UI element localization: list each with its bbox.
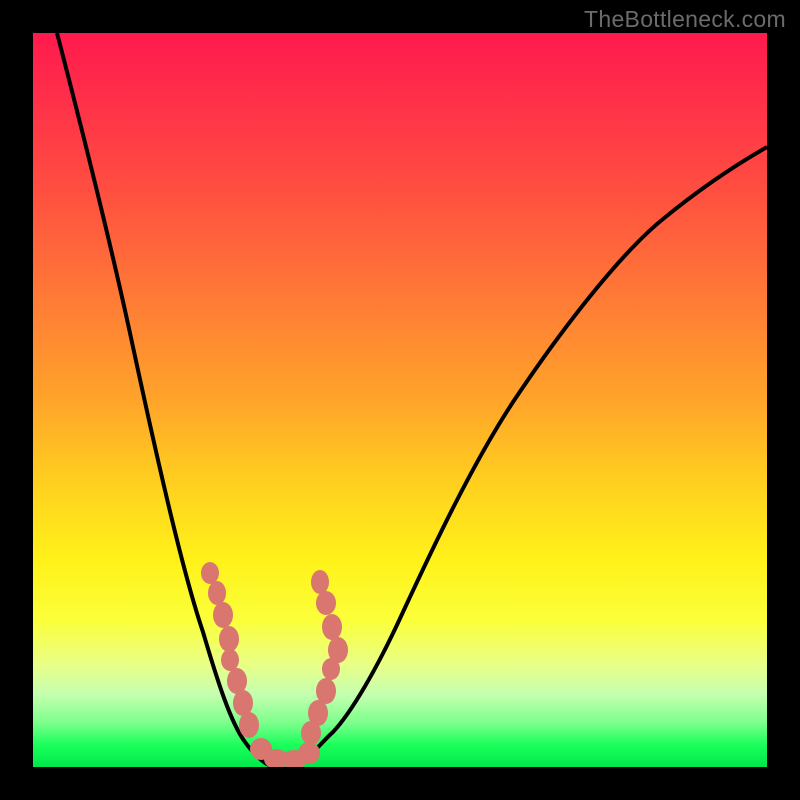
dot-cluster-bottom	[250, 738, 320, 767]
watermark-text: TheBottleneck.com	[584, 6, 786, 33]
dot-cluster-right	[301, 570, 348, 745]
chart-frame: TheBottleneck.com	[0, 0, 800, 800]
plot-area	[33, 33, 767, 767]
curve-right-branch	[298, 147, 767, 767]
bottleneck-curve	[33, 33, 767, 767]
curve-left-branch	[57, 33, 273, 767]
